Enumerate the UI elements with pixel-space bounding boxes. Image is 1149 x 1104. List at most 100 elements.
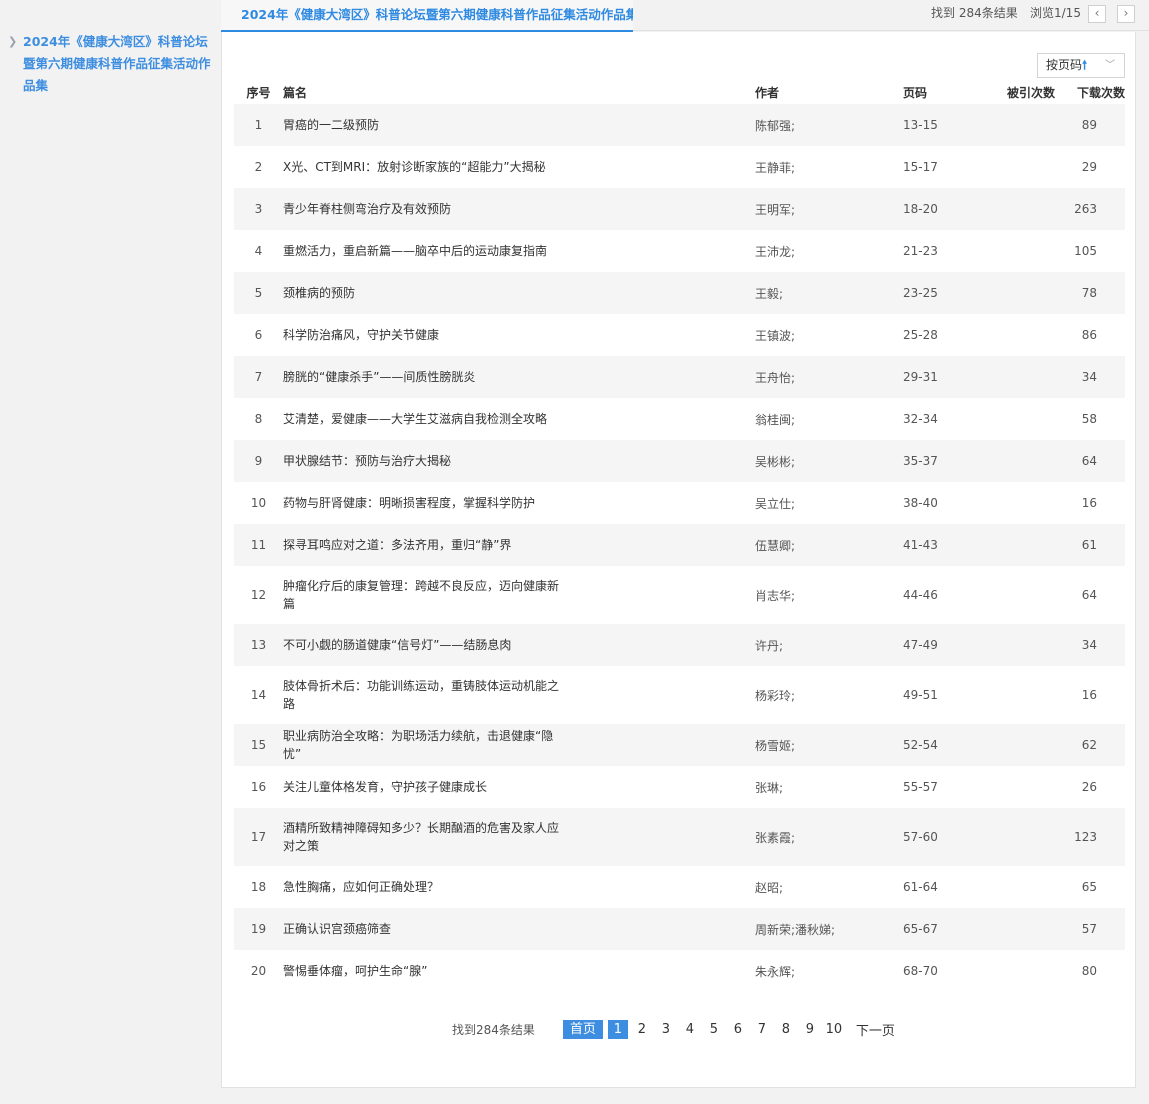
tab-divider <box>633 30 1149 31</box>
row-title[interactable]: 青少年脊柱侧弯治疗及有效预防 <box>283 200 568 218</box>
row-title[interactable]: 职业病防治全攻略：为职场活力续航，击退健康“隐忧” <box>283 727 568 763</box>
row-title[interactable]: 胃癌的一二级预防 <box>283 116 568 134</box>
col-header-cites[interactable]: 被引次数 <box>983 80 1055 104</box>
row-title[interactable]: 正确认识宫颈癌筛查 <box>283 920 568 938</box>
row-author-cell: 王静菲; <box>755 146 903 188</box>
row-title[interactable]: 膀胱的“健康杀手”——间质性膀胱炎 <box>283 368 568 386</box>
row-downloads-cell: 65 <box>1055 866 1125 908</box>
row-author-cell: 肖志华; <box>755 566 903 624</box>
page-number-10[interactable]: 10 <box>824 1022 844 1037</box>
row-downloads: 16 <box>1081 688 1097 702</box>
row-author[interactable]: 杨雪姬; <box>755 739 795 753</box>
row-title[interactable]: 药物与肝肾健康：明晰损害程度，掌握科学防护 <box>283 494 568 512</box>
row-author[interactable]: 吴立仕; <box>755 497 795 511</box>
row-author[interactable]: 王沛龙; <box>755 245 795 259</box>
row-downloads-cell: 263 <box>1055 188 1125 230</box>
row-downloads-cell: 16 <box>1055 666 1125 724</box>
row-author[interactable]: 陈郁强; <box>755 119 795 133</box>
row-author[interactable]: 王明军; <box>755 203 795 217</box>
sidebar-item-collection[interactable]: ❯ 2024年《健康大湾区》科普论坛暨第六期健康科普作品征集活动作品集 <box>8 31 213 97</box>
table-row: 5 颈椎病的预防 王毅; 23-25 78 <box>234 272 1125 314</box>
page-number-5[interactable]: 5 <box>704 1022 724 1037</box>
page-number-3[interactable]: 3 <box>656 1022 676 1037</box>
row-title[interactable]: 探寻耳鸣应对之道：多法齐用，重归“静”界 <box>283 536 568 554</box>
row-num: 20 <box>250 964 267 978</box>
row-num: 3 <box>254 202 263 216</box>
row-title-cell: 职业病防治全攻略：为职场活力续航，击退健康“隐忧” <box>283 724 755 766</box>
row-downloads: 78 <box>1081 286 1097 300</box>
row-title[interactable]: X光、CT到MRI：放射诊断家族的“超能力”大揭秘 <box>283 158 568 176</box>
page-number-2[interactable]: 2 <box>632 1022 652 1037</box>
row-author[interactable]: 周新荣;潘秋娣; <box>755 923 835 937</box>
sort-label: 按页码 <box>1046 58 1083 72</box>
row-num-cell: 8 <box>234 398 283 440</box>
row-pages: 13-15 <box>903 118 938 132</box>
row-author[interactable]: 肖志华; <box>755 589 795 603</box>
row-downloads-cell: 57 <box>1055 908 1125 950</box>
sort-dropdown[interactable]: 按页码 🠕 ﹀ <box>1037 53 1125 78</box>
row-title[interactable]: 不可小觑的肠道健康“信号灯”——结肠息肉 <box>283 636 568 654</box>
row-num-cell: 18 <box>234 866 283 908</box>
row-title[interactable]: 关注儿童体格发育，守护孩子健康成长 <box>283 778 568 796</box>
row-author[interactable]: 杨彩玲; <box>755 689 795 703</box>
table-row: 17 酒精所致精神障碍知多少？长期酗酒的危害及家人应对之策 张素霞; 57-60 123 <box>234 808 1125 866</box>
row-title[interactable]: 科学防治痛风，守护关节健康 <box>283 326 568 344</box>
row-num: 4 <box>254 244 263 258</box>
row-title[interactable]: 甲状腺结节：预防与治疗大揭秘 <box>283 452 568 470</box>
row-num: 8 <box>254 412 263 426</box>
row-pages: 49-51 <box>903 688 938 702</box>
row-cites-cell <box>983 398 1055 440</box>
row-title[interactable]: 艾清楚，爱健康——大学生艾滋病自我检测全攻略 <box>283 410 568 428</box>
page-number-8[interactable]: 8 <box>776 1022 796 1037</box>
chevron-down-icon: ﹀ <box>1105 60 1115 71</box>
row-downloads-cell: 29 <box>1055 146 1125 188</box>
col-header-downloads[interactable]: 下载次数 <box>1055 80 1125 104</box>
row-downloads: 80 <box>1081 964 1097 978</box>
row-title[interactable]: 颈椎病的预防 <box>283 284 568 302</box>
row-title[interactable]: 肿瘤化疗后的康复管理：跨越不良反应，迈向健康新篇 <box>283 577 568 613</box>
row-num-cell: 11 <box>234 524 283 566</box>
row-title-cell: 甲状腺结节：预防与治疗大揭秘 <box>283 440 755 482</box>
row-downloads: 58 <box>1081 412 1097 426</box>
row-downloads-cell: 64 <box>1055 566 1125 624</box>
row-title[interactable]: 酒精所致精神障碍知多少？长期酗酒的危害及家人应对之策 <box>283 819 568 855</box>
row-author-cell: 陈郁强; <box>755 104 903 146</box>
row-author[interactable]: 许丹; <box>755 639 783 653</box>
row-author[interactable]: 王毅; <box>755 287 783 301</box>
row-title[interactable]: 重燃活力，重启新篇——脑卒中后的运动康复指南 <box>283 242 568 260</box>
row-title-cell: 科学防治痛风，守护关节健康 <box>283 314 755 356</box>
prev-page-button[interactable]: ‹ <box>1088 5 1106 23</box>
row-downloads: 62 <box>1081 738 1097 752</box>
row-author[interactable]: 翁桂闽; <box>755 413 795 427</box>
row-cites-cell <box>983 724 1055 766</box>
page-number-9[interactable]: 9 <box>800 1022 820 1037</box>
chevron-left-icon: ‹ <box>1094 6 1100 20</box>
next-page-button[interactable]: › <box>1117 5 1135 23</box>
row-author[interactable]: 张琳; <box>755 781 783 795</box>
row-author[interactable]: 赵昭; <box>755 881 783 895</box>
row-title[interactable]: 急性胸痛，应如何正确处理？ <box>283 878 568 896</box>
table-row: 6 科学防治痛风，守护关节健康 王镇波; 25-28 86 <box>234 314 1125 356</box>
row-author[interactable]: 王静菲; <box>755 161 795 175</box>
row-downloads: 26 <box>1081 780 1097 794</box>
tab-collection[interactable]: 2024年《健康大湾区》科普论坛暨第六期健康科普作品征集活动作品集 <box>221 0 633 32</box>
page-number-7[interactable]: 7 <box>752 1022 772 1037</box>
row-author[interactable]: 王镇波; <box>755 329 795 343</box>
row-num: 11 <box>250 538 267 552</box>
row-title[interactable]: 肢体骨折术后：功能训练运动，重铸肢体运动机能之路 <box>283 677 568 713</box>
row-author[interactable]: 吴彬彬; <box>755 455 795 469</box>
row-num-cell: 4 <box>234 230 283 272</box>
page-number-4[interactable]: 4 <box>680 1022 700 1037</box>
page-number-1[interactable]: 1 <box>607 1019 628 1039</box>
row-author[interactable]: 伍慧卿; <box>755 539 795 553</box>
page-number-6[interactable]: 6 <box>728 1022 748 1037</box>
row-downloads-cell: 86 <box>1055 314 1125 356</box>
row-author[interactable]: 王舟怡; <box>755 371 795 385</box>
row-title[interactable]: 警惕垂体瘤，呵护生命“腺” <box>283 962 568 980</box>
table-row: 15 职业病防治全攻略：为职场活力续航，击退健康“隐忧” 杨雪姬; 52-54 62 <box>234 724 1125 766</box>
row-author[interactable]: 张素霞; <box>755 831 795 845</box>
first-page-button[interactable]: 首页 <box>562 1019 603 1039</box>
row-author[interactable]: 朱永辉; <box>755 965 795 979</box>
row-title-cell: 肢体骨折术后：功能训练运动，重铸肢体运动机能之路 <box>283 666 755 724</box>
next-page-link[interactable]: 下一页 <box>856 1020 895 1039</box>
